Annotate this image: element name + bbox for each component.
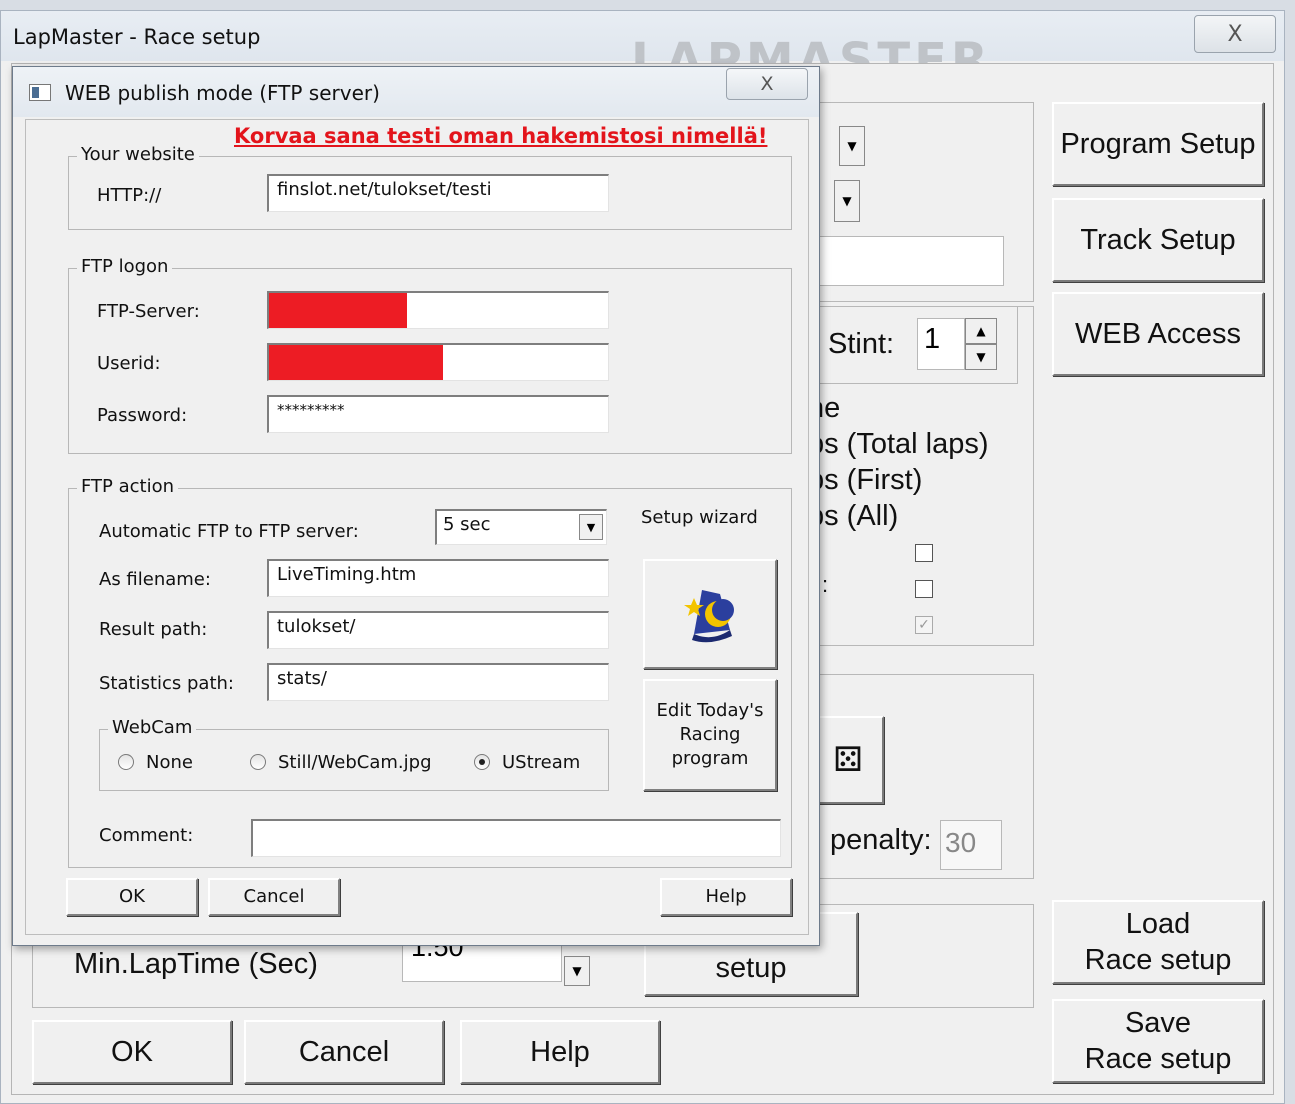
password-label: Password: — [97, 405, 188, 426]
setup-wizard-label: Setup wizard — [641, 507, 758, 528]
stint-down-button[interactable]: ▼ — [965, 344, 997, 370]
webcam-ustream-label: UStream — [502, 752, 581, 773]
comment-input[interactable] — [251, 819, 781, 857]
load-race-setup-button[interactable]: Load Race setup — [1052, 900, 1264, 984]
dialog-ok-button[interactable]: OK — [66, 878, 198, 916]
min-laptime-label: Min.LapTime (Sec) — [74, 948, 318, 980]
warning-text: Korvaa sana testi oman hakemistosi nimel… — [234, 124, 768, 148]
http-input[interactable]: finslot.net/tulokset/testi — [267, 174, 609, 212]
close-icon: X — [760, 73, 774, 95]
stint-label: Stint: — [828, 328, 895, 360]
chevron-up-icon: ▲ — [976, 324, 986, 338]
option-checkbox-1[interactable] — [915, 544, 933, 562]
edit-racing-program-button[interactable]: Edit Today's Racing program — [643, 679, 777, 791]
website-legend: Your website — [77, 144, 199, 165]
ftp-action-legend: FTP action — [77, 476, 179, 497]
webcam-ustream-radio[interactable] — [474, 754, 490, 770]
option-checkbox-3-disabled[interactable]: ✓ — [915, 616, 933, 634]
ftp-action-group: FTP action Automatic FTP to FTP server: … — [68, 476, 792, 868]
dice-icon: ⚄ — [833, 741, 863, 779]
penalty-input[interactable]: 30 — [940, 820, 1002, 870]
webcam-none-radio[interactable] — [118, 754, 134, 770]
dialog-title: WEB publish mode (FTP server) — [65, 81, 380, 105]
main-close-button[interactable]: X — [1194, 15, 1276, 53]
web-access-button[interactable]: WEB Access — [1052, 292, 1264, 376]
mode-option-4[interactable]: ps (All) — [808, 500, 898, 533]
setup-wizard-button[interactable] — [643, 559, 777, 669]
mode-option-2[interactable]: ps (Total laps) — [808, 428, 989, 461]
main-titlebar: LapMaster - Race setup LAPMASTER X — [1, 11, 1284, 89]
ftp-logon-legend: FTP logon — [77, 256, 173, 277]
webcam-still-radio[interactable] — [250, 754, 266, 770]
chevron-down-icon: ▼ — [572, 964, 582, 978]
userid-input[interactable] — [267, 343, 609, 381]
combo-2-dropdown[interactable]: ▼ — [834, 180, 860, 222]
webcam-group: WebCam None Still/WebCam.jpg UStream — [99, 717, 609, 791]
dialog-close-button[interactable]: X — [726, 68, 808, 100]
redacted-mark — [269, 293, 407, 328]
chevron-down-icon: ▼ — [842, 194, 852, 208]
main-help-button[interactable]: Help — [460, 1020, 660, 1084]
combo-1-dropdown[interactable]: ▼ — [839, 126, 865, 166]
window-icon — [29, 84, 51, 101]
min-laptime-dropdown[interactable]: ▼ — [564, 956, 590, 986]
dialog-body: Korvaa sana testi oman hakemistosi nimel… — [25, 119, 809, 935]
password-input[interactable]: ********* — [267, 395, 609, 433]
partial-colon: : — [822, 572, 829, 597]
option-checkbox-2[interactable] — [915, 580, 933, 598]
result-path-label: Result path: — [99, 619, 208, 640]
dice-button[interactable]: ⚄ — [812, 716, 884, 804]
filename-input[interactable]: LiveTiming.htm — [267, 559, 609, 597]
main-window-title: LapMaster - Race setup — [13, 25, 261, 49]
chevron-down-icon: ▼ — [586, 520, 596, 534]
ftp-logon-group: FTP logon FTP-Server: Userid: Password: … — [68, 256, 792, 454]
close-icon: X — [1227, 21, 1243, 47]
stint-up-button[interactable]: ▲ — [965, 318, 997, 344]
mode-option-3[interactable]: ps (First) — [808, 464, 922, 497]
dialog-titlebar: WEB publish mode (FTP server) X — [13, 67, 819, 117]
http-label: HTTP:// — [97, 185, 162, 206]
webcam-none-label: None — [146, 752, 193, 773]
result-path-input[interactable]: tulokset/ — [267, 611, 609, 649]
userid-label: Userid: — [97, 353, 161, 374]
webcam-legend: WebCam — [108, 717, 197, 738]
main-cancel-button[interactable]: Cancel — [244, 1020, 444, 1084]
auto-ftp-dropdown[interactable]: ▼ — [579, 514, 603, 540]
ftp-server-label: FTP-Server: — [97, 301, 200, 322]
penalty-label: penalty: — [830, 824, 932, 856]
wizard-icon — [684, 590, 734, 643]
website-group: Your website HTTP:// finslot.net/tulokse… — [68, 144, 792, 230]
dialog-cancel-button[interactable]: Cancel — [208, 878, 340, 916]
ftp-dialog: WEB publish mode (FTP server) X Korvaa s… — [12, 66, 820, 946]
stats-path-input[interactable]: stats/ — [267, 663, 609, 701]
auto-ftp-label: Automatic FTP to FTP server: — [99, 521, 359, 542]
track-setup-button[interactable]: Track Setup — [1052, 198, 1264, 282]
save-race-setup-button[interactable]: Save Race setup — [1052, 999, 1264, 1083]
stats-path-label: Statistics path: — [99, 673, 234, 694]
race-text-field[interactable] — [812, 236, 1004, 286]
program-setup-button[interactable]: Program Setup — [1052, 102, 1264, 186]
main-ok-button[interactable]: OK — [32, 1020, 232, 1084]
ftp-server-input[interactable] — [267, 291, 609, 329]
chevron-down-icon: ▼ — [847, 139, 857, 153]
comment-label: Comment: — [99, 825, 194, 846]
stint-input[interactable]: 1 — [917, 318, 965, 370]
chevron-down-icon: ▼ — [976, 350, 986, 364]
dialog-help-button[interactable]: Help — [660, 878, 792, 916]
webcam-still-label: Still/WebCam.jpg — [278, 752, 432, 773]
filename-label: As filename: — [99, 569, 211, 590]
redacted-mark — [269, 345, 443, 380]
